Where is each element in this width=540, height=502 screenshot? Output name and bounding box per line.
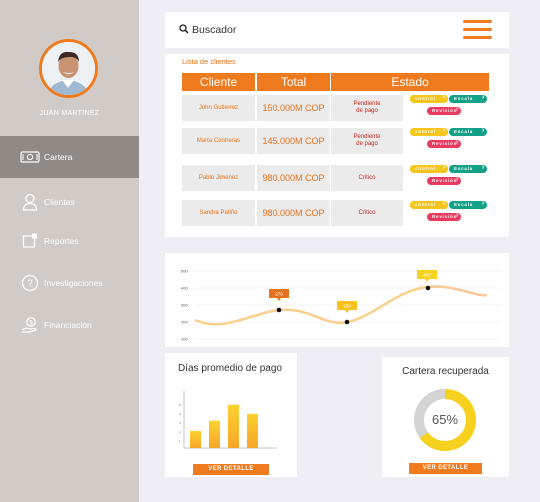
y-tick-label: 500 <box>181 269 188 274</box>
table-cell-total: 980.000M COP <box>257 200 330 226</box>
finance-icon: $ <box>20 315 40 335</box>
search-icon[interactable] <box>179 21 189 39</box>
table-cell-total: 145.000M COP <box>257 128 330 154</box>
estado-line: de pago <box>356 141 378 147</box>
bar <box>190 430 201 448</box>
sidebar-item-reportes[interactable]: Reportes <box>0 220 139 262</box>
sidebar-item-label: Financiación <box>44 320 92 330</box>
column-header-total: Total <box>257 73 330 91</box>
y-tick-label: 5 <box>179 403 181 407</box>
bar-chart-card: Días promedio de pago 5 4 3 2 1 VER DETA… <box>165 353 297 477</box>
donut-value: 65% <box>432 412 458 427</box>
ver-detalle-button[interactable]: VER DETALLE <box>193 464 269 475</box>
data-point <box>344 319 350 325</box>
question-icon: ? <box>20 273 40 293</box>
user-icon <box>20 192 40 212</box>
column-header-estado: Estado <box>331 73 489 91</box>
table-cell-estado: Pendiente de pago <box>331 95 403 121</box>
donut-chart: 65% <box>414 389 476 451</box>
clients-card: Lista de clientes Cliente Total Estado J… <box>165 54 509 237</box>
control-tag[interactable]: control <box>410 127 448 136</box>
escala-tag[interactable]: Escala <box>449 127 487 136</box>
sidebar-item-investigaciones[interactable]: ? Investigaciones <box>0 262 139 304</box>
sidebar-item-label: Reportes <box>44 236 79 246</box>
estado-line: Critico <box>358 209 376 216</box>
data-point <box>425 285 431 291</box>
sidebar-item-label: Cartera <box>44 152 73 162</box>
estado-line: Pendiente <box>353 101 381 107</box>
y-tick-label: 400 <box>181 286 188 291</box>
user-photo <box>42 42 95 95</box>
svg-text:270: 270 <box>275 292 283 297</box>
search-input[interactable]: Buscador <box>192 24 236 36</box>
sidebar-item-financiacion[interactable]: $ Financiación <box>0 304 139 346</box>
bar <box>247 413 258 448</box>
report-icon <box>20 231 40 251</box>
table-cell-name[interactable]: Sandra Patiño <box>182 200 255 226</box>
donut-card: Cartera recuperada 65% VER DETALLE <box>382 357 509 477</box>
sidebar-item-cartera[interactable]: Cartera <box>0 136 139 178</box>
sidebar-item-clientes[interactable]: Clientes <box>0 181 139 223</box>
avatar[interactable] <box>39 39 98 98</box>
column-header-cliente: Cliente <box>182 73 255 91</box>
svg-text:400: 400 <box>423 273 431 278</box>
y-tick-label: 2 <box>179 430 181 434</box>
table-cell-total: 980.000M COP <box>257 165 330 191</box>
escala-tag[interactable]: Escala <box>449 164 487 173</box>
svg-text:200: 200 <box>343 304 351 309</box>
revision-tag[interactable]: Revisión <box>427 212 461 221</box>
ver-detalle-button[interactable]: VER DETALLE <box>409 463 482 474</box>
escala-tag[interactable]: Escala <box>449 200 487 209</box>
control-tag[interactable]: control <box>410 94 448 103</box>
sidebar-item-label: Investigaciones <box>44 278 103 288</box>
table-cell-estado: Pendiente de pago <box>331 128 403 154</box>
clients-title: Lista de clientes <box>182 57 236 66</box>
estado-line: de pago <box>356 108 378 114</box>
bar <box>228 404 239 448</box>
y-tick-label: 3 <box>179 421 181 425</box>
point-label: 400 <box>417 270 437 282</box>
bar <box>209 420 220 448</box>
escala-tag[interactable]: Escala <box>449 94 487 103</box>
point-label: 200 <box>337 301 357 313</box>
money-icon <box>20 147 40 167</box>
revision-tag[interactable]: Revisión <box>427 176 461 185</box>
table-cell-estado: Critico <box>331 200 403 226</box>
control-tag[interactable]: control <box>410 200 448 209</box>
y-tick-label: 300 <box>181 303 188 308</box>
table-cell-total: 150.000M COP <box>257 95 330 121</box>
svg-text:?: ? <box>27 279 33 290</box>
y-tick-label: 200 <box>181 320 188 325</box>
search-bar[interactable]: Buscador <box>165 12 509 48</box>
sidebar-item-label: Clientes <box>44 197 75 207</box>
estado-line: Critico <box>358 174 376 181</box>
table-cell-name[interactable]: Pablo Jimenez <box>182 165 255 191</box>
revision-tag[interactable]: Revisión <box>427 139 461 148</box>
point-label: 270 <box>269 289 289 301</box>
line-chart: 500 400 300 200 100 270 200 400 <box>181 269 500 342</box>
table-cell-estado: Critico <box>331 165 403 191</box>
estado-line: Pendiente <box>353 134 381 140</box>
revision-tag[interactable]: Revisión <box>427 106 461 115</box>
hamburger-menu-icon[interactable] <box>463 20 492 40</box>
line-chart-card: 500 400 300 200 100 270 200 400 <box>165 253 509 347</box>
y-tick-label: 4 <box>179 412 181 416</box>
y-tick-label: 1 <box>179 439 181 443</box>
bar-chart: 5 4 3 2 1 <box>179 391 277 449</box>
user-name: JUAN MARTINEZ <box>39 110 100 117</box>
data-point <box>276 307 282 313</box>
y-tick-label: 100 <box>181 337 188 342</box>
sidebar: JUAN MARTINEZ Cartera Clientes Reportes … <box>0 0 139 502</box>
table-cell-name[interactable]: John Gutierrez <box>182 95 255 121</box>
table-cell-name[interactable]: Marta Contreras <box>182 128 255 154</box>
control-tag[interactable]: control <box>410 164 448 173</box>
